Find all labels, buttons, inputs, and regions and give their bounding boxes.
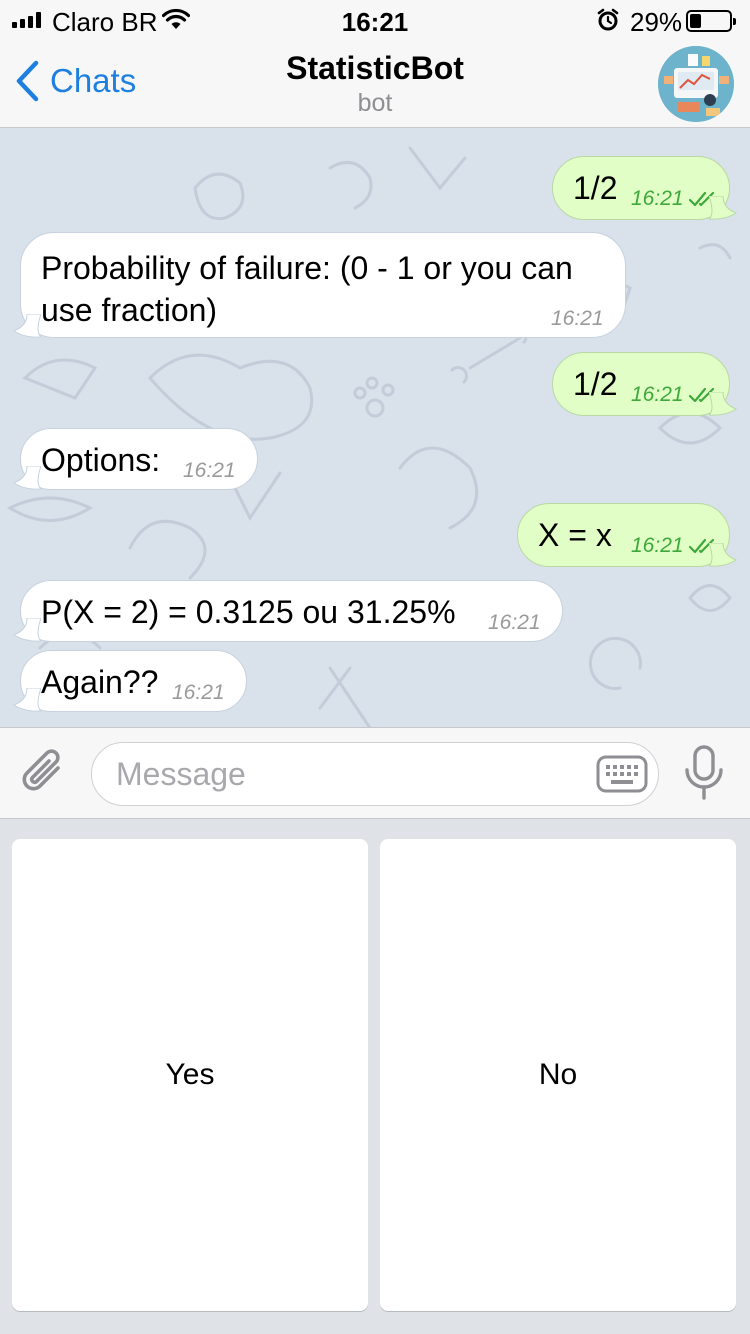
message-text: 1/2 xyxy=(573,170,618,206)
message-time-text: 16:21 xyxy=(631,187,684,210)
message-time-text: 16:21 xyxy=(183,459,236,482)
message-text: Probability of failure: (0 - 1 or you ca… xyxy=(41,247,573,331)
chat-subtitle: bot xyxy=(357,89,393,117)
message-text-line: use fraction) xyxy=(41,292,218,328)
message-time: 16:21 xyxy=(488,611,541,635)
reply-keyboard: Yes No xyxy=(0,819,750,1334)
bubble-tail xyxy=(13,618,41,642)
outgoing-message[interactable]: 1/2 16:21 xyxy=(552,156,737,220)
bubble-tail xyxy=(13,466,41,490)
message-time-text: 16:21 xyxy=(551,307,604,330)
message-time: 16:21 xyxy=(631,187,718,211)
reply-button-yes[interactable]: Yes xyxy=(12,839,368,1311)
outgoing-message[interactable]: 1/2 16:21 xyxy=(552,352,737,416)
message-time: 16:21 xyxy=(172,681,225,705)
message-time-text: 16:21 xyxy=(631,383,684,406)
message-time-text: 16:21 xyxy=(488,611,541,634)
message-text-line: Probability of failure: (0 - 1 or you ca… xyxy=(41,250,573,286)
message-time: 16:21 xyxy=(631,383,718,407)
microphone-icon[interactable] xyxy=(684,744,724,802)
message-time: 16:21 xyxy=(183,459,236,483)
bubble-tail xyxy=(709,543,737,567)
message-text: Options: xyxy=(41,442,161,478)
bubble-tail xyxy=(709,196,737,220)
bubble-tail xyxy=(13,314,41,338)
message-text: X = x xyxy=(538,517,612,553)
incoming-message[interactable]: P(X = 2) = 0.3125 ou 31.25% 16:21 xyxy=(13,580,563,642)
outgoing-message[interactable]: X = x 16:21 xyxy=(517,503,737,567)
chat-title-block[interactable]: StatisticBot bot xyxy=(0,50,750,118)
incoming-message[interactable]: Again?? 16:21 xyxy=(13,650,247,712)
chat-header: Chats StatisticBot bot xyxy=(0,40,750,128)
battery-percent: 29% xyxy=(630,7,683,37)
message-text: P(X = 2) = 0.3125 ou 31.25% xyxy=(41,594,456,630)
message-input[interactable] xyxy=(116,753,576,795)
status-bar: Claro BR 16:21 29% xyxy=(0,0,750,40)
chat-title: StatisticBot xyxy=(286,50,464,86)
keyboard-icon[interactable] xyxy=(596,755,648,793)
message-time: 16:21 xyxy=(551,307,604,331)
battery-icon xyxy=(686,10,736,32)
message-time: 16:21 xyxy=(631,534,718,558)
bubble-tail xyxy=(709,392,737,416)
incoming-message[interactable]: Options: 16:21 xyxy=(13,428,258,490)
incoming-message[interactable]: Probability of failure: (0 - 1 or you ca… xyxy=(13,232,626,338)
avatar[interactable] xyxy=(658,46,734,122)
message-time-text: 16:21 xyxy=(631,534,684,557)
paperclip-icon[interactable] xyxy=(20,748,68,796)
bubble-tail xyxy=(13,688,41,712)
message-text: Again?? xyxy=(41,664,159,700)
bot-avatar-image xyxy=(658,46,734,122)
reply-button-no[interactable]: No xyxy=(380,839,736,1311)
message-field[interactable] xyxy=(91,742,659,806)
composer-bar xyxy=(0,727,750,819)
message-list[interactable]: 1/2 16:21 Probability of failure: (0 - 1 o… xyxy=(0,128,750,727)
message-time-text: 16:21 xyxy=(172,681,225,704)
alarm-icon xyxy=(597,8,619,31)
message-text: 1/2 xyxy=(573,366,618,402)
